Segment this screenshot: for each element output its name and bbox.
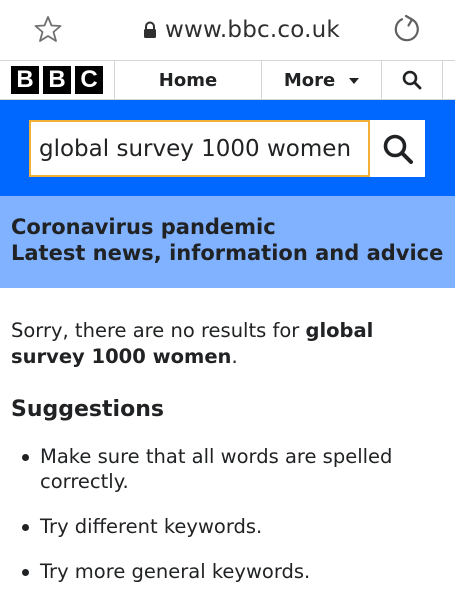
search-input[interactable] bbox=[29, 120, 370, 177]
list-item: Try different keywords. bbox=[11, 514, 444, 539]
no-results-suffix: . bbox=[231, 345, 238, 368]
reload-icon[interactable] bbox=[391, 13, 423, 45]
nav-home-link[interactable]: Home bbox=[115, 61, 262, 99]
search-icon bbox=[383, 134, 413, 164]
list-item: Try more general keywords. bbox=[11, 559, 444, 584]
address-field[interactable]: www.bbc.co.uk bbox=[143, 14, 340, 46]
star-icon[interactable] bbox=[33, 14, 63, 44]
browser-url-bar: www.bbc.co.uk bbox=[0, 0, 455, 60]
no-results-message: Sorry, there are no results for global s… bbox=[11, 318, 444, 370]
search-submit-button[interactable] bbox=[370, 120, 425, 177]
nav-more-label: More bbox=[283, 69, 336, 91]
lock-icon bbox=[144, 21, 156, 38]
banner-title[interactable]: Coronavirus pandemic bbox=[11, 214, 444, 240]
nav-home-label: Home bbox=[158, 69, 218, 91]
suggestions-list: Make sure that all words are spelled cor… bbox=[11, 444, 444, 584]
list-item: Make sure that all words are spelled cor… bbox=[11, 444, 444, 494]
nav-search-button[interactable] bbox=[382, 61, 443, 99]
no-results-prefix: Sorry, there are no results for bbox=[11, 319, 306, 342]
url-text: www.bbc.co.uk bbox=[165, 17, 340, 43]
search-band bbox=[0, 100, 455, 196]
bbc-logo[interactable]: B B C bbox=[0, 61, 115, 99]
nav-more-button[interactable]: More bbox=[262, 61, 382, 99]
bbc-nav-bar: B B C Home More bbox=[0, 60, 455, 100]
coronavirus-banner[interactable]: Coronavirus pandemic Latest news, inform… bbox=[0, 196, 455, 288]
logo-letter: B bbox=[43, 66, 71, 94]
logo-letter: C bbox=[75, 66, 103, 94]
chevron-down-icon bbox=[349, 78, 360, 84]
banner-subtitle[interactable]: Latest news, information and advice bbox=[11, 240, 444, 266]
suggestions-heading: Suggestions bbox=[11, 397, 164, 422]
search-icon bbox=[402, 70, 422, 90]
search-results: Sorry, there are no results for global s… bbox=[0, 288, 455, 600]
logo-letter: B bbox=[11, 66, 39, 94]
